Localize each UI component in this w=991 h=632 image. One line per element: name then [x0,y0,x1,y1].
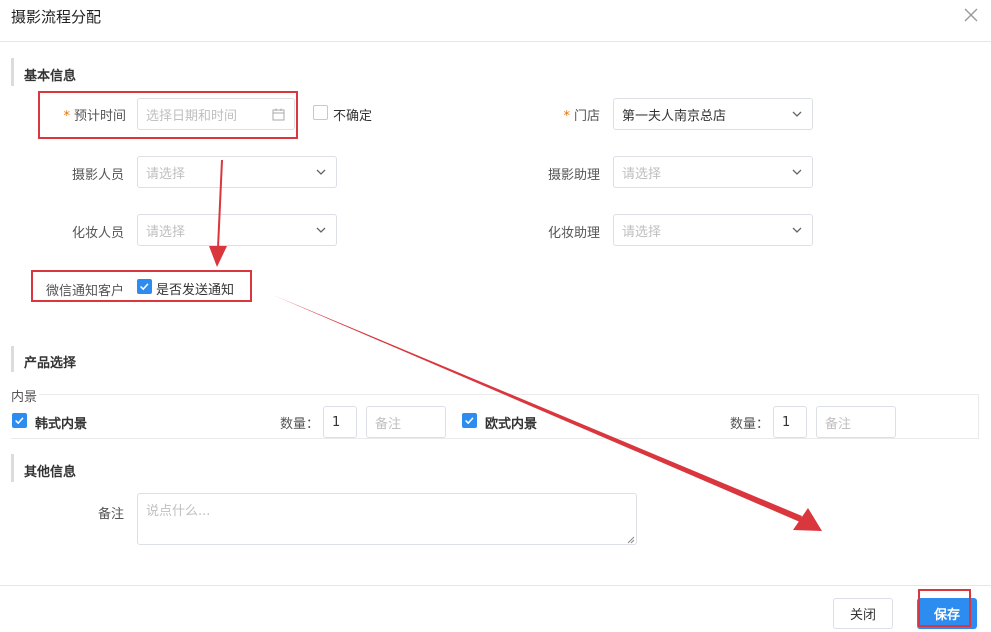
annotation-arrow-line-diagonal [273,295,802,522]
annotation-arrow-line-down [217,159,223,249]
annotation-arrows [209,159,822,531]
annotation-arrow-head-down [209,246,227,267]
